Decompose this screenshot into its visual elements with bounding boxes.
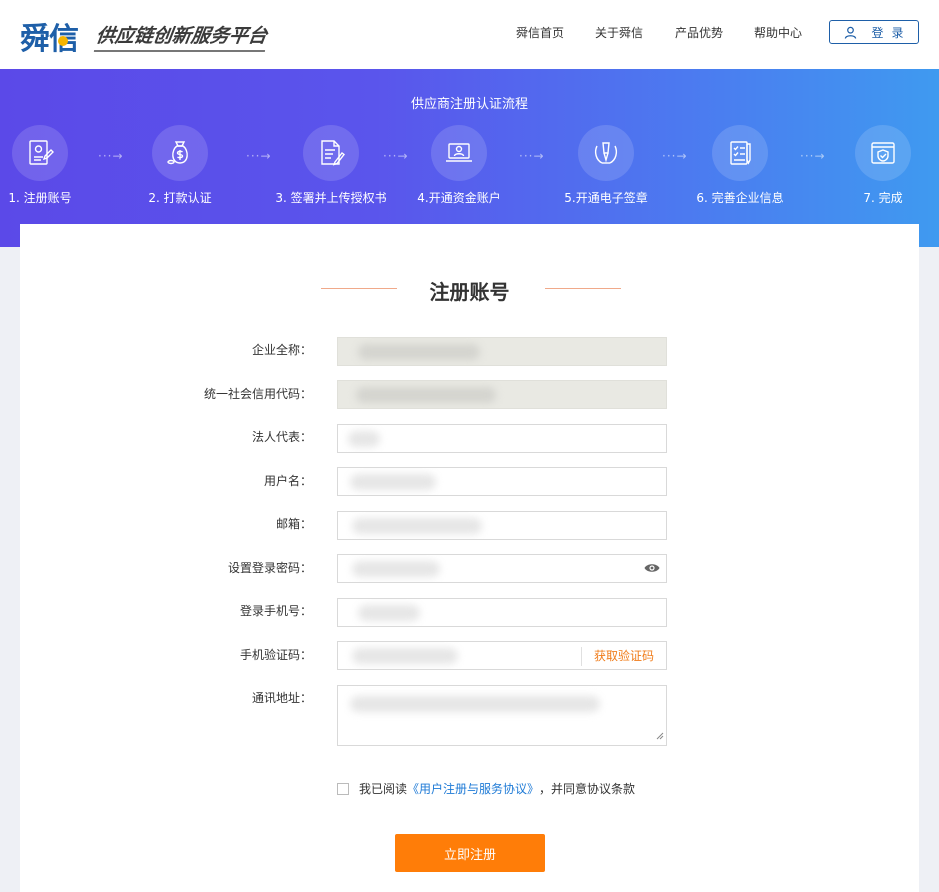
address-textarea[interactable] [337, 685, 667, 746]
company-name-field [337, 337, 667, 366]
redacted-value [358, 344, 480, 360]
logo-text: 舜信 [20, 22, 79, 57]
register-card: 注册账号 企业全称： 统一社会信用代码： 法人代表： 用户名： 邮箱： 设置登录… [20, 224, 919, 892]
step-4: 4.开通资金账户 [399, 125, 519, 206]
agree-prefix: 我已阅读 [359, 782, 408, 796]
register-submit-button[interactable]: 立即注册 [395, 834, 545, 872]
arrow-icon: ···→ [246, 149, 272, 163]
step-3: 3. 签署并上传授权书 [271, 125, 391, 206]
top-header: 舜信 供应链创新服务平台 舜信首页 关于舜信 产品优势 帮助中心 登录 [0, 0, 939, 69]
nav-advantages[interactable]: 产品优势 [675, 24, 723, 41]
logo-dot-icon [58, 36, 68, 46]
credit-code-field [337, 380, 667, 409]
company-name-label: 企业全称： [251, 343, 312, 357]
nav-home[interactable]: 舜信首页 [516, 24, 564, 41]
password-label: 设置登录密码： [227, 561, 312, 575]
nav-help[interactable]: 帮助中心 [754, 24, 802, 41]
account-laptop-icon [431, 125, 487, 181]
register-document-icon [12, 125, 68, 181]
login-label: 登录 [871, 25, 912, 40]
step-label: 4.开通资金账户 [417, 191, 501, 205]
redacted-value [352, 648, 458, 664]
agreement-row: 我已阅读 《用户注册与服务协议》 ，并同意协议条款 [337, 780, 635, 797]
sign-document-icon [303, 125, 359, 181]
seal-pen-icon [578, 125, 634, 181]
step-6: 6. 完善企业信息 [680, 125, 800, 206]
agree-suffix: ，并同意协议条款 [539, 782, 636, 796]
nav-about[interactable]: 关于舜信 [595, 24, 643, 41]
agreement-link[interactable]: 《用户注册与服务协议》 [407, 780, 539, 797]
legal-rep-label: 法人代表： [251, 430, 312, 444]
step-label: 6. 完善企业信息 [696, 191, 784, 205]
agree-checkbox[interactable] [337, 782, 349, 795]
process-banner: 供应商注册认证流程 1. 注册账号 ···→ 2. 打款认证 ···→ 3. 签… [0, 69, 939, 247]
username-label: 用户名： [263, 474, 312, 488]
address-label: 通讯地址： [251, 691, 312, 705]
phone-label: 登录手机号： [239, 604, 312, 618]
redacted-value [348, 431, 380, 447]
checklist-icon [712, 125, 768, 181]
arrow-icon: ···→ [519, 149, 545, 163]
logo[interactable]: 舜信 供应链创新服务平台 [20, 14, 270, 58]
sms-code-field[interactable]: 获取验证码 [337, 641, 667, 670]
step-label: 3. 签署并上传授权书 [275, 191, 387, 205]
phone-field[interactable] [337, 598, 667, 627]
password-field[interactable] [337, 554, 667, 583]
step-7: 7. 完成 [823, 125, 939, 206]
redacted-value [352, 561, 440, 577]
step-1: 1. 注册账号 [0, 125, 100, 206]
step-label: 2. 打款认证 [148, 191, 212, 205]
get-code-button[interactable]: 获取验证码 [580, 647, 666, 666]
user-icon [845, 26, 857, 39]
logo-mark: 舜信 [20, 14, 79, 58]
form-title: 注册账号 [429, 280, 510, 304]
legal-rep-field[interactable] [337, 424, 667, 453]
login-button[interactable]: 登录 [829, 20, 919, 44]
sms-code-label: 手机验证码： [239, 648, 312, 662]
email-field[interactable] [337, 511, 667, 540]
title-decoration-right [545, 288, 621, 289]
step-2: 2. 打款认证 [120, 125, 240, 206]
credit-code-label: 统一社会信用代码： [203, 387, 312, 401]
banner-title: 供应商注册认证流程 [410, 97, 528, 112]
show-password-eye-icon[interactable] [644, 562, 660, 577]
redacted-value [350, 696, 600, 712]
email-label: 邮箱： [275, 517, 312, 531]
redacted-value [356, 387, 496, 403]
redacted-value [358, 605, 420, 621]
step-5: 5.开通电子签章 [546, 125, 666, 206]
slogan: 供应链创新服务平台 [93, 20, 270, 52]
arrow-icon: ···→ [800, 149, 826, 163]
username-field[interactable] [337, 467, 667, 496]
redacted-value [352, 518, 482, 534]
step-label: 5.开通电子签章 [564, 191, 648, 205]
shield-check-icon [855, 125, 911, 181]
redacted-value [350, 474, 436, 490]
step-label: 7. 完成 [863, 191, 903, 205]
money-bag-icon [152, 125, 208, 181]
step-label: 1. 注册账号 [8, 191, 72, 205]
resize-handle-icon[interactable] [656, 729, 664, 743]
